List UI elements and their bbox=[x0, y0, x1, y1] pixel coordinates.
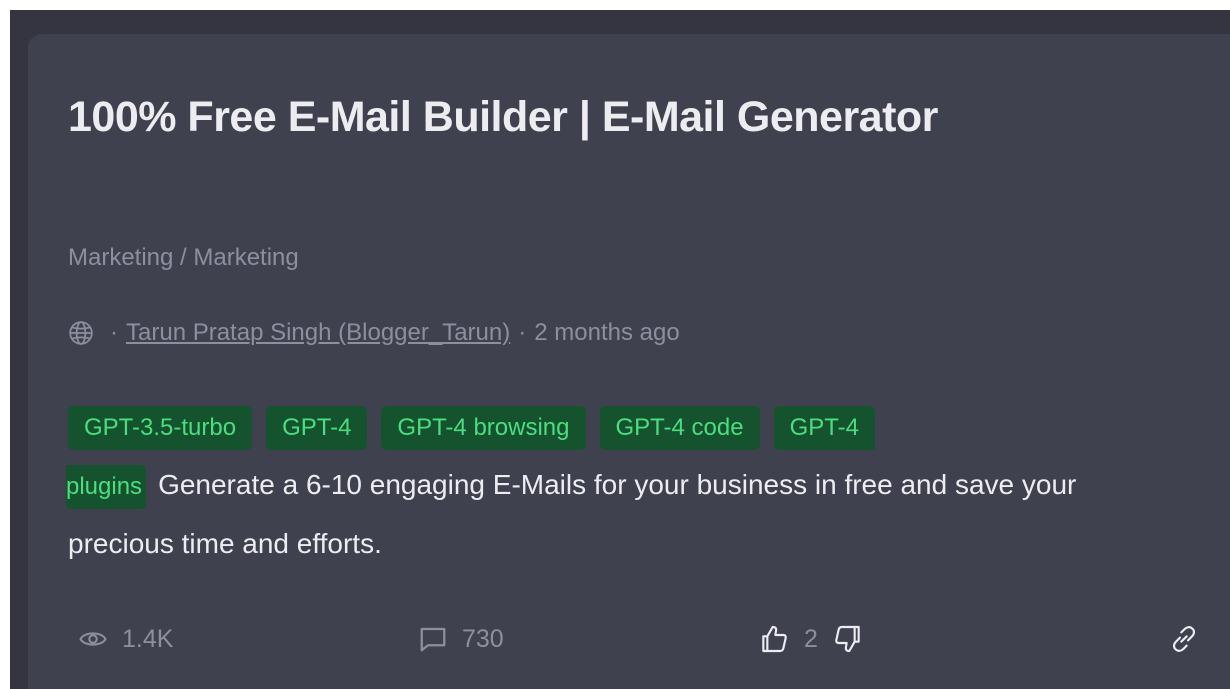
tag-gpt-4-code[interactable]: GPT-4 code bbox=[599, 405, 760, 450]
comment-icon bbox=[420, 627, 446, 652]
tag-gpt-4-plugins[interactable]: plugins bbox=[66, 464, 147, 509]
comments-count: 730 bbox=[462, 624, 504, 653]
author-meta: · Tarun Pratap Singh (Blogger_Tarun) · 2… bbox=[68, 319, 680, 347]
category-breadcrumb[interactable]: Marketing / Marketing bbox=[68, 244, 299, 272]
tag-gpt-4-browsing[interactable]: GPT-4 browsing bbox=[381, 405, 586, 450]
meta-separator: · bbox=[518, 319, 527, 346]
eye-icon bbox=[79, 632, 107, 646]
description-text: Generate a 6-10 engaging E-Mails for you… bbox=[68, 469, 1077, 559]
stats-bar: 1.4K 730 2 bbox=[78, 614, 1228, 664]
thumbs-up-icon[interactable] bbox=[758, 623, 790, 655]
prompt-card[interactable]: 100% Free E-Mail Builder | E-Mail Genera… bbox=[28, 34, 1230, 689]
views-stat: 1.4K bbox=[78, 614, 173, 664]
card-description-block: GPT-3.5-turbo GPT-4 GPT-4 browsing GPT-4 co… bbox=[66, 396, 1188, 573]
author-link[interactable]: Tarun Pratap Singh (Blogger_Tarun) bbox=[126, 319, 510, 347]
comments-stat[interactable]: 730 bbox=[418, 614, 504, 664]
meta-separator: · bbox=[110, 319, 118, 346]
card-title[interactable]: 100% Free E-Mail Builder | E-Mail Genera… bbox=[68, 82, 948, 152]
votes-stat: 2 bbox=[758, 614, 864, 664]
post-time: 2 months ago bbox=[534, 319, 680, 346]
link-icon[interactable] bbox=[1168, 623, 1200, 655]
thumbs-down-icon[interactable] bbox=[832, 623, 864, 655]
tag-gpt-4-plugins[interactable]: GPT-4 bbox=[773, 405, 875, 450]
tag-gpt-4[interactable]: GPT-4 bbox=[266, 405, 368, 450]
tag-gpt-3-5-turbo[interactable]: GPT-3.5-turbo bbox=[68, 405, 253, 450]
likes-count: 2 bbox=[804, 624, 818, 653]
globe-icon bbox=[69, 321, 93, 345]
views-count: 1.4K bbox=[122, 624, 174, 653]
copy-link-stat[interactable] bbox=[1168, 614, 1200, 664]
